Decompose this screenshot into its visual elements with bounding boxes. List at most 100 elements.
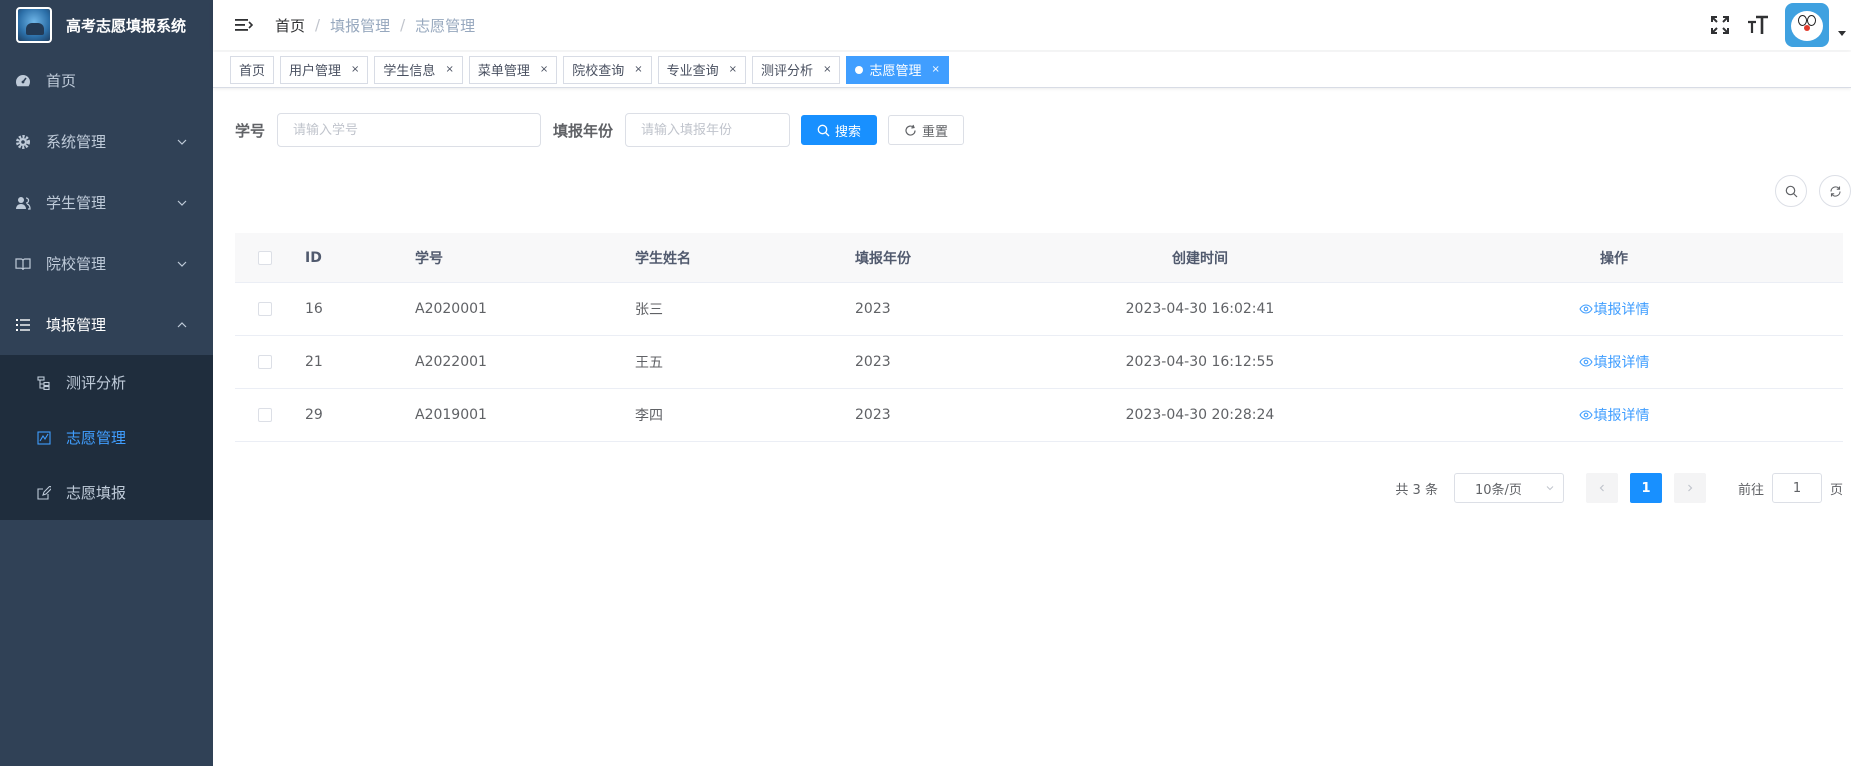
tag-user-manage[interactable]: 用户管理 × xyxy=(280,55,369,84)
select-all-cell xyxy=(235,250,295,265)
close-icon[interactable]: × xyxy=(445,64,453,75)
reset-button[interactable]: 重置 xyxy=(888,115,965,145)
goto-prefix: 前往 xyxy=(1737,482,1764,498)
submenu-filing: 测评分析 志愿管理 志愿填报 xyxy=(0,355,213,520)
tag-college-query[interactable]: 院校查询 × xyxy=(563,55,652,84)
font-size-icon[interactable] xyxy=(1747,14,1769,36)
avatar-nose xyxy=(1804,25,1810,31)
tag-student-info[interactable]: 学生信息 × xyxy=(374,55,463,84)
breadcrumb-item[interactable]: 填报管理 xyxy=(330,15,390,36)
breadcrumb-separator: / xyxy=(400,16,406,34)
eye-icon xyxy=(1578,409,1593,420)
row-checkbox[interactable] xyxy=(258,302,272,316)
cell-id: 29 xyxy=(305,407,323,423)
cell-year: 2023 xyxy=(855,301,891,317)
row-checkbox[interactable] xyxy=(258,408,272,422)
caret-down-icon[interactable] xyxy=(1837,28,1847,38)
row-checkbox[interactable] xyxy=(258,355,272,369)
hamburger-icon[interactable] xyxy=(233,15,253,35)
tag-analysis[interactable]: 测评分析 × xyxy=(752,55,841,84)
close-icon[interactable]: × xyxy=(729,64,737,75)
close-icon[interactable]: × xyxy=(823,64,831,75)
tags-view: 首页 用户管理 × 学生信息 × 菜单管理 × 院校查询 × 专业查询 × 测评分析 × 志… xyxy=(213,52,1851,88)
page-size-value: 10条/页 xyxy=(1474,482,1522,498)
refresh-button[interactable] xyxy=(1819,175,1851,207)
sidebar-subitem-volunteer-fill[interactable]: 志愿填报 xyxy=(0,465,213,520)
cell-student-no: A2019001 xyxy=(415,407,487,423)
sidebar-item-filing[interactable]: 填报管理 xyxy=(0,294,213,355)
tag-label: 志愿管理 xyxy=(869,64,922,79)
cell-year: 2023 xyxy=(855,407,891,423)
volunteer-table: ID 学号 学生姓名 填报年份 创建时间 操作 16 A2020001 张三 2… xyxy=(235,233,1843,442)
detail-link[interactable]: 填报详情 xyxy=(1578,352,1650,372)
close-icon[interactable]: × xyxy=(634,64,642,75)
chevron-down-icon xyxy=(177,261,187,267)
sidebar-item-students[interactable]: 学生管理 xyxy=(0,172,213,233)
close-icon[interactable]: × xyxy=(351,64,359,75)
breadcrumb-item[interactable]: 首页 xyxy=(275,15,305,36)
users-icon xyxy=(14,194,32,212)
tag-volunteer-manage[interactable]: 志愿管理 × xyxy=(846,55,949,84)
student-no-input[interactable] xyxy=(277,113,542,147)
refresh-icon xyxy=(905,124,916,136)
detail-link[interactable]: 填报详情 xyxy=(1578,405,1650,425)
prev-page-button[interactable] xyxy=(1585,473,1618,503)
sidebar-item-label: 志愿填报 xyxy=(66,484,127,502)
eye-icon xyxy=(1578,356,1593,367)
detail-link[interactable]: 填报详情 xyxy=(1578,299,1650,319)
tag-major-query[interactable]: 专业查询 × xyxy=(657,55,747,84)
cell-actions: 填报详情 xyxy=(1385,352,1843,373)
right-toolbar xyxy=(1763,175,1851,207)
cell-student-no: A2022001 xyxy=(415,354,487,370)
column-header-id: ID xyxy=(305,249,322,266)
search-button-label: 搜索 xyxy=(835,124,862,140)
cell-id: 21 xyxy=(305,354,323,370)
year-input[interactable] xyxy=(625,113,791,147)
cell-create-time: 2023-04-30 20:28:24 xyxy=(1125,407,1275,423)
toggle-search-button[interactable] xyxy=(1775,175,1807,207)
app-title: 高考志愿填报系统 xyxy=(66,16,187,35)
sidebar-item-label: 学生管理 xyxy=(46,194,107,212)
chevron-right-icon xyxy=(1688,484,1693,492)
chevron-down-icon xyxy=(1546,486,1554,491)
page-number-current[interactable]: 1 xyxy=(1629,473,1662,503)
page-size-select[interactable]: 10条/页 xyxy=(1453,473,1564,503)
year-label: 填报年份 xyxy=(553,121,614,140)
goto-page-input[interactable]: 1 xyxy=(1771,473,1822,503)
sidebar-item-system[interactable]: 系统管理 xyxy=(0,111,213,172)
tag-home[interactable]: 首页 xyxy=(230,55,275,84)
tag-menu-manage[interactable]: 菜单管理 × xyxy=(468,55,558,84)
chevron-down-icon xyxy=(177,200,187,206)
logo[interactable]: 高考志愿填报系统 xyxy=(0,0,213,50)
fullscreen-icon[interactable] xyxy=(1709,14,1731,36)
active-dot xyxy=(855,65,864,74)
sidebar-item-label: 系统管理 xyxy=(46,133,107,151)
cell-student-name: 张三 xyxy=(635,302,663,318)
sidebar-item-colleges[interactable]: 院校管理 xyxy=(0,233,213,294)
sidebar-item-label: 首页 xyxy=(46,72,77,90)
next-page-button[interactable] xyxy=(1673,473,1706,503)
detail-link-label: 填报详情 xyxy=(1593,301,1650,318)
sidebar-subitem-volunteer-manage[interactable]: 志愿管理 xyxy=(0,410,213,465)
column-header-student-no: 学号 xyxy=(415,250,443,267)
close-icon[interactable]: × xyxy=(931,64,939,75)
sidebar-item-home[interactable]: 首页 xyxy=(0,50,213,111)
sidebar-subitem-analysis[interactable]: 测评分析 xyxy=(0,355,213,410)
breadcrumb: 首页 / 填报管理 / 志愿管理 xyxy=(275,15,475,36)
avatar[interactable] xyxy=(1785,3,1829,47)
close-icon[interactable]: × xyxy=(540,64,548,75)
row-check-cell xyxy=(235,408,295,422)
chart-icon xyxy=(36,430,52,446)
reset-button-label: 重置 xyxy=(922,124,949,140)
cell-id: 16 xyxy=(305,301,323,317)
search-button[interactable]: 搜索 xyxy=(801,115,878,145)
refresh-icon xyxy=(1829,185,1841,197)
eye-icon xyxy=(1578,303,1593,314)
column-header-create-time: 创建时间 xyxy=(1172,250,1228,267)
select-all-checkbox[interactable] xyxy=(258,250,272,265)
tag-label: 菜单管理 xyxy=(477,64,530,79)
chevron-left-icon xyxy=(1599,484,1604,492)
table-header: ID 学号 学生姓名 填报年份 创建时间 操作 xyxy=(235,233,1843,283)
table-row: 29 A2019001 李四 2023 2023-04-30 20:28:24 … xyxy=(235,389,1843,442)
cell-student-no: A2020001 xyxy=(415,301,487,317)
